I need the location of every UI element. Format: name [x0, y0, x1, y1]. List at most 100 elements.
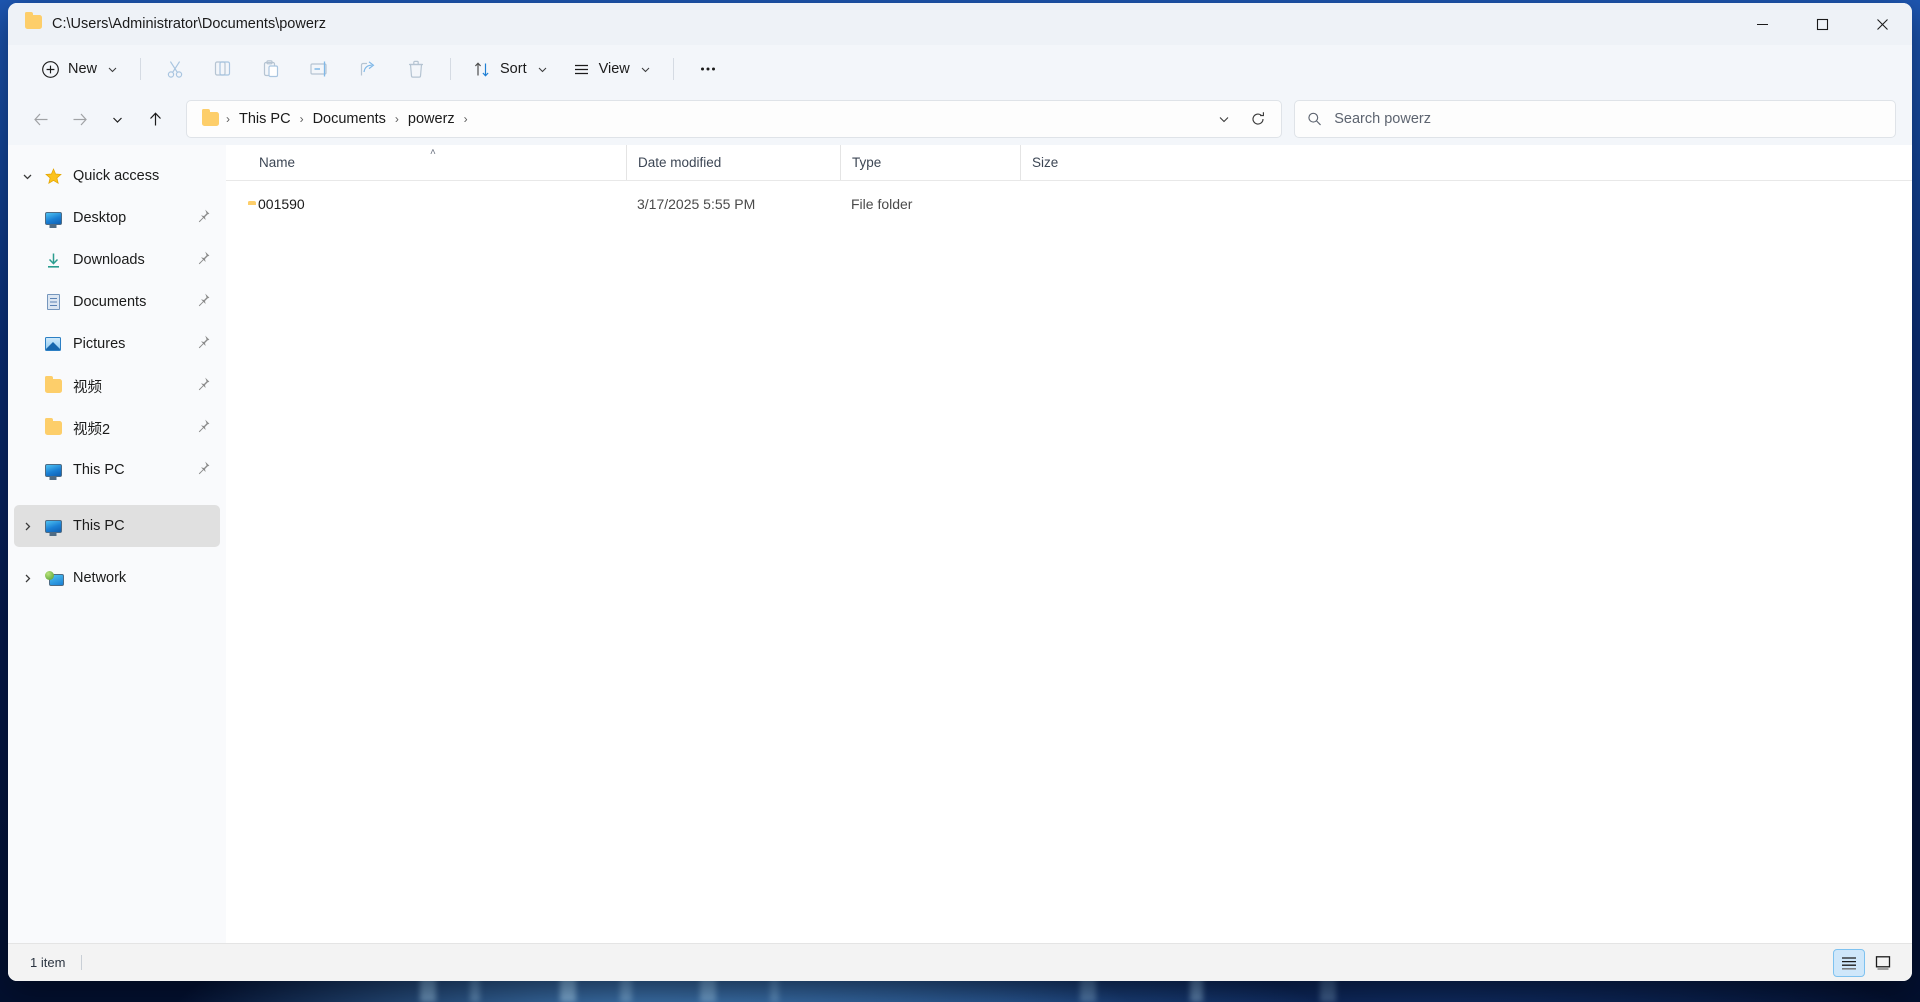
forward-button[interactable] — [60, 102, 98, 136]
cut-button[interactable] — [152, 51, 198, 87]
refresh-button[interactable] — [1241, 104, 1275, 134]
column-header-size[interactable]: Size — [1020, 145, 1133, 180]
pin-icon[interactable] — [197, 461, 210, 480]
sidebar-item-label: 视频2 — [73, 418, 197, 439]
breadcrumb-separator-1: › — [298, 112, 306, 126]
column-header-name[interactable]: Name ˄ — [248, 145, 626, 180]
toolbar-divider-3 — [673, 58, 674, 80]
pin-icon[interactable] — [197, 251, 210, 270]
column-header-name-label: Name — [259, 155, 295, 170]
breadcrumb-folder-icon — [197, 112, 224, 126]
sidebar-gap-2 — [8, 547, 226, 557]
sidebar-gap — [8, 491, 226, 505]
minimize-icon — [1756, 18, 1769, 31]
chevron-down-icon — [1217, 112, 1231, 126]
chevron-down-icon — [110, 112, 125, 127]
sort-button[interactable]: Sort — [462, 51, 559, 87]
column-header-date-modified[interactable]: Date modified — [626, 145, 840, 180]
search-box[interactable] — [1294, 100, 1896, 138]
search-input[interactable] — [1334, 111, 1883, 127]
maximize-button[interactable] — [1792, 3, 1852, 45]
back-button[interactable] — [22, 102, 60, 136]
breadcrumb-item-documents[interactable]: Documents — [306, 107, 393, 131]
table-row[interactable]: 001590 3/17/2025 5:55 PM File folder — [234, 187, 1904, 221]
new-button-label: New — [68, 61, 97, 77]
sort-button-label: Sort — [500, 61, 527, 77]
sidebar-item-this-pc-pinned[interactable]: This PC — [14, 449, 220, 491]
sidebar-item-label: This PC — [73, 462, 197, 478]
rename-icon — [309, 59, 330, 79]
copy-button[interactable] — [200, 51, 246, 87]
folder-icon — [40, 421, 66, 435]
chevron-down-icon[interactable] — [14, 171, 40, 182]
up-button[interactable] — [136, 102, 174, 136]
pin-icon[interactable] — [197, 335, 210, 354]
more-options-button[interactable] — [685, 51, 731, 87]
breadcrumb[interactable]: › This PC › Documents › powerz › — [186, 100, 1282, 138]
chevron-right-icon[interactable] — [14, 573, 40, 584]
sidebar-item-pictures[interactable]: Pictures — [14, 323, 220, 365]
column-header-type[interactable]: Type — [840, 145, 1020, 180]
address-bar-row: › This PC › Documents › powerz › — [8, 93, 1912, 145]
close-button[interactable] — [1852, 3, 1912, 45]
sort-arrows-icon — [473, 60, 492, 79]
file-type-cell: File folder — [840, 196, 1020, 212]
pin-icon[interactable] — [197, 293, 210, 312]
sidebar-item-documents[interactable]: Documents — [14, 281, 220, 323]
plus-circle-icon — [41, 60, 60, 79]
sidebar-tree-item-network[interactable]: Network — [14, 557, 220, 599]
folder-icon — [40, 379, 66, 393]
window-title: C:\Users\Administrator\Documents\powerz — [52, 16, 326, 32]
lines-icon — [572, 60, 591, 79]
scissors-icon — [165, 59, 185, 79]
file-name-cell: 001590 — [248, 196, 626, 212]
recent-locations-button[interactable] — [98, 102, 136, 136]
picture-icon — [40, 337, 66, 351]
monitor-icon — [40, 520, 66, 533]
breadcrumb-item-powerz[interactable]: powerz — [401, 107, 462, 131]
sidebar-item-video2[interactable]: 视频2 — [14, 407, 220, 449]
rename-button[interactable] — [296, 51, 343, 87]
share-button[interactable] — [345, 51, 391, 87]
pin-icon[interactable] — [197, 419, 210, 438]
copy-icon — [213, 59, 233, 79]
minimize-button[interactable] — [1732, 3, 1792, 45]
chevron-right-icon[interactable] — [14, 521, 40, 532]
monitor-icon — [40, 212, 66, 225]
column-header-size-label: Size — [1032, 155, 1058, 170]
refresh-icon — [1250, 111, 1266, 127]
network-icon — [40, 571, 66, 585]
document-icon — [40, 294, 66, 310]
pin-icon[interactable] — [197, 209, 210, 228]
folder-icon — [25, 15, 42, 34]
file-list-pane: Name ˄ Date modified Type Size 001590 — [226, 145, 1912, 943]
navigation-pane: Quick access Desktop — [8, 145, 226, 943]
sidebar-tree-label: This PC — [73, 518, 214, 534]
sidebar-item-downloads[interactable]: Downloads — [14, 239, 220, 281]
sidebar-tree-item-this-pc[interactable]: This PC — [14, 505, 220, 547]
monitor-icon — [40, 464, 66, 477]
clipboard-icon — [261, 59, 281, 79]
window-body: Quick access Desktop — [8, 145, 1912, 943]
new-button[interactable]: New — [30, 51, 129, 87]
paste-button[interactable] — [248, 51, 294, 87]
sidebar-item-video[interactable]: 视频 — [14, 365, 220, 407]
chevron-down-icon — [537, 64, 548, 75]
chevron-down-icon — [107, 64, 118, 75]
close-icon — [1876, 18, 1889, 31]
sidebar-item-desktop[interactable]: Desktop — [14, 197, 220, 239]
pin-icon[interactable] — [197, 377, 210, 396]
sidebar-group-quick-access[interactable]: Quick access — [14, 155, 220, 197]
large-icons-view-toggle[interactable] — [1868, 950, 1898, 976]
delete-button[interactable] — [393, 51, 439, 87]
download-icon — [40, 252, 66, 269]
sidebar-item-label: Desktop — [73, 210, 197, 226]
sidebar-item-label: 视频 — [73, 376, 197, 397]
details-view-toggle[interactable] — [1834, 950, 1864, 976]
view-button[interactable]: View — [561, 51, 662, 87]
share-icon — [358, 59, 378, 79]
breadcrumb-item-this-pc[interactable]: This PC — [232, 107, 298, 131]
breadcrumb-dropdown-button[interactable] — [1207, 104, 1241, 134]
chevron-down-icon — [640, 64, 651, 75]
sidebar-item-label: Pictures — [73, 336, 197, 352]
